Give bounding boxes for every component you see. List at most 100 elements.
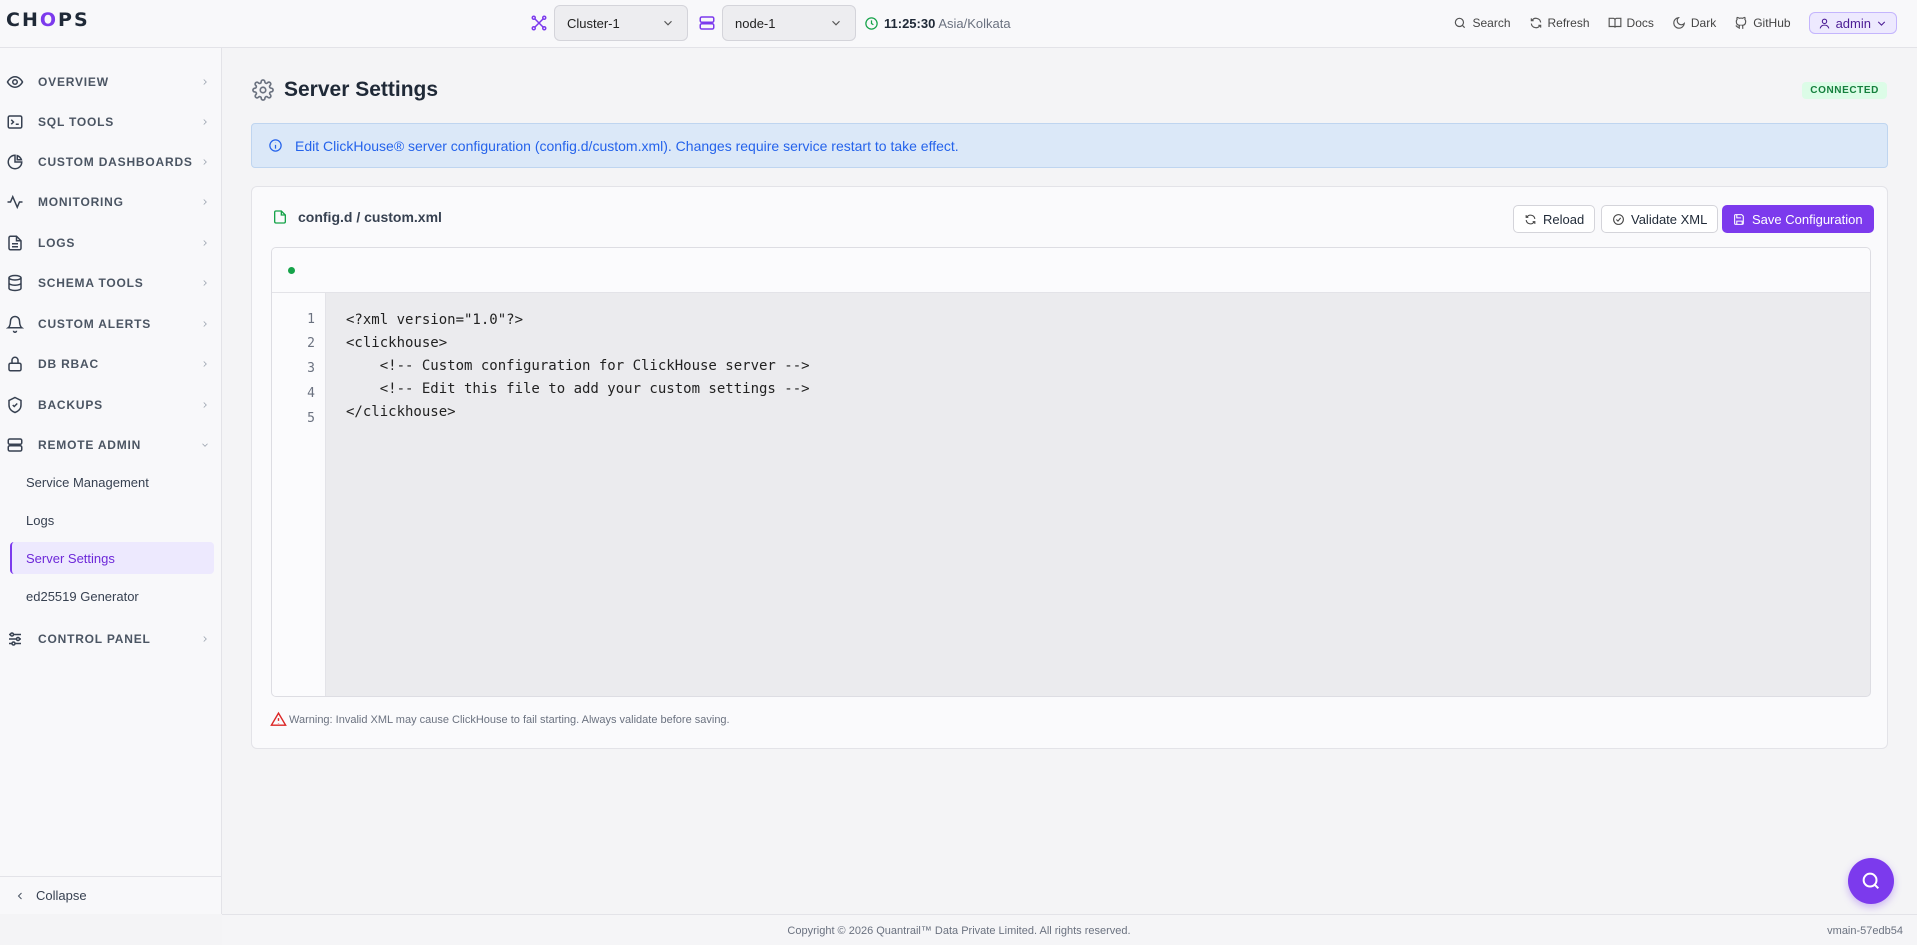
dark-mode-toggle[interactable]: Dark	[1672, 16, 1716, 30]
chevron-down-icon	[1875, 17, 1888, 30]
sidebar-item-label: LOGS	[38, 236, 76, 250]
sidebar-collapse-button[interactable]: Collapse	[0, 876, 222, 914]
gear-icon	[252, 79, 284, 101]
book-icon	[1608, 16, 1627, 30]
save-configuration-button[interactable]: Save Configuration	[1722, 205, 1874, 233]
copyright-text: Copyright © 2026 Quantrail™ Data Private…	[787, 925, 1131, 937]
user-name: admin	[1835, 15, 1871, 31]
info-icon	[268, 138, 295, 153]
sidebar-item-overview[interactable]: OVERVIEW	[0, 62, 222, 102]
top-bar: CHOPS Cluster-1 node-1 11:25:30 Asia/Kol…	[0, 0, 1917, 48]
valid-status-dot	[288, 267, 295, 274]
reload-button[interactable]: Reload	[1513, 205, 1596, 233]
floating-search-button[interactable]	[1848, 858, 1894, 904]
code-line[interactable]: </clickhouse>	[346, 404, 456, 420]
sidebar-item-label: BACKUPS	[38, 398, 103, 412]
config-editor-card: config.d / custom.xml Reload Validate XM…	[251, 186, 1888, 749]
top-actions: Search Refresh Docs Dark GitHub admin	[1435, 12, 1897, 34]
app-logo[interactable]: CHOPS	[6, 9, 90, 31]
cluster-select[interactable]: Cluster-1	[554, 5, 688, 41]
sidebar-item-label: CONTROL PANEL	[38, 632, 151, 646]
editor-status-bar	[272, 248, 1870, 293]
chevron-right-icon	[200, 117, 210, 127]
sidebar-item-monitoring[interactable]: MONITORING	[0, 182, 222, 222]
cluster-node-selectors: Cluster-1 node-1 11:25:30 Asia/Kolkata	[530, 5, 1011, 41]
refresh-button-label: Refresh	[1547, 16, 1590, 30]
xml-warning-text: Warning: Invalid XML may cause ClickHous…	[289, 713, 730, 726]
clock-time: 11:25:30	[884, 15, 936, 31]
page-title: Server Settings	[284, 78, 439, 101]
code-line[interactable]: <!-- Custom configuration for ClickHouse…	[346, 358, 810, 374]
file-icon	[272, 209, 298, 225]
lock-icon	[6, 355, 24, 373]
line-number: 1	[307, 312, 315, 327]
sidebar-subitem-ed25519-generator[interactable]: ed25519 Generator	[10, 580, 214, 612]
github-link[interactable]: GitHub	[1734, 16, 1791, 30]
user-menu-button[interactable]: admin	[1808, 12, 1897, 34]
chevron-right-icon	[200, 197, 210, 207]
cluster-icon	[530, 14, 548, 32]
refresh-button[interactable]: Refresh	[1529, 16, 1590, 30]
chevron-right-icon	[200, 278, 210, 288]
chevron-down-icon	[661, 16, 675, 30]
github-link-label: GitHub	[1753, 16, 1791, 30]
code-line[interactable]: <!-- Edit this file to add your custom s…	[346, 381, 810, 397]
sidebar-item-label: OVERVIEW	[38, 75, 109, 89]
node-select-value: node-1	[735, 15, 776, 31]
sidebar-subitem-label: ed25519 Generator	[26, 588, 139, 604]
sidebar-subitem-service-management[interactable]: Service Management	[10, 466, 214, 498]
code-line[interactable]: <?xml version="1.0"?>	[346, 312, 523, 328]
sidebar-item-db-rbac[interactable]: DB RBAC	[0, 344, 222, 384]
line-number: 4	[307, 386, 315, 401]
sidebar-item-logs[interactable]: LOGS	[0, 223, 222, 263]
sidebar: OVERVIEW SQL TOOLS CUSTOM DASHBOARDS MON…	[0, 48, 222, 914]
sidebar-item-remote-admin[interactable]: REMOTE ADMIN	[0, 425, 222, 465]
sidebar-item-schema-tools[interactable]: SCHEMA TOOLS	[0, 263, 222, 303]
sidebar-item-sql-tools[interactable]: SQL TOOLS	[0, 102, 222, 142]
sidebar-item-label: MONITORING	[38, 195, 124, 209]
save-configuration-label: Save Configuration	[1752, 211, 1863, 227]
docs-link[interactable]: Docs	[1608, 16, 1654, 30]
info-banner: Edit ClickHouse® server configuration (c…	[251, 123, 1888, 168]
line-number-gutter: 1 2 3 4 5	[272, 293, 326, 696]
code-line[interactable]: <clickhouse>	[346, 335, 447, 351]
node-select[interactable]: node-1	[722, 5, 856, 41]
chevron-right-icon	[200, 157, 210, 167]
check-circle-icon	[1612, 213, 1631, 226]
line-number: 2	[307, 336, 315, 351]
xml-warning: Warning: Invalid XML may cause ClickHous…	[270, 711, 730, 728]
refresh-icon	[1524, 213, 1543, 226]
search-icon	[1860, 870, 1882, 892]
sidebar-subitem-label: Service Management	[26, 474, 149, 490]
refresh-icon	[1529, 16, 1548, 30]
xml-editor[interactable]: 1 2 3 4 5 <?xml version="1.0"?> <clickho…	[271, 247, 1871, 697]
bell-icon	[6, 315, 24, 333]
validate-xml-label: Validate XML	[1631, 211, 1708, 227]
sidebar-subitem-server-settings[interactable]: Server Settings	[10, 542, 214, 574]
shield-check-icon	[6, 396, 24, 414]
chevron-down-icon	[200, 440, 210, 450]
chevron-right-icon	[200, 238, 210, 248]
clock-icon	[864, 16, 879, 31]
search-icon	[1453, 16, 1472, 30]
reload-button-label: Reload	[1543, 211, 1585, 227]
search-button[interactable]: Search	[1453, 16, 1511, 30]
sidebar-item-custom-dashboards[interactable]: CUSTOM DASHBOARDS	[0, 142, 222, 182]
warning-triangle-icon	[270, 711, 289, 728]
sidebar-subitem-label: Logs	[26, 512, 55, 528]
sidebar-subitem-label: Server Settings	[26, 550, 115, 566]
collapse-label: Collapse	[36, 888, 87, 903]
validate-xml-button[interactable]: Validate XML	[1601, 205, 1719, 233]
sidebar-subitem-logs[interactable]: Logs	[10, 504, 214, 536]
chevron-left-icon	[0, 890, 36, 902]
chevron-right-icon	[200, 359, 210, 369]
chevron-right-icon	[200, 77, 210, 87]
sidebar-item-control-panel[interactable]: CONTROL PANEL	[0, 619, 222, 659]
sidebar-item-backups[interactable]: BACKUPS	[0, 385, 222, 425]
page-header: Server Settings	[252, 78, 438, 102]
chevron-down-icon	[829, 16, 843, 30]
line-number: 5	[307, 411, 315, 426]
sliders-icon	[6, 630, 24, 648]
sidebar-item-custom-alerts[interactable]: CUSTOM ALERTS	[0, 304, 222, 344]
database-icon	[6, 274, 24, 292]
